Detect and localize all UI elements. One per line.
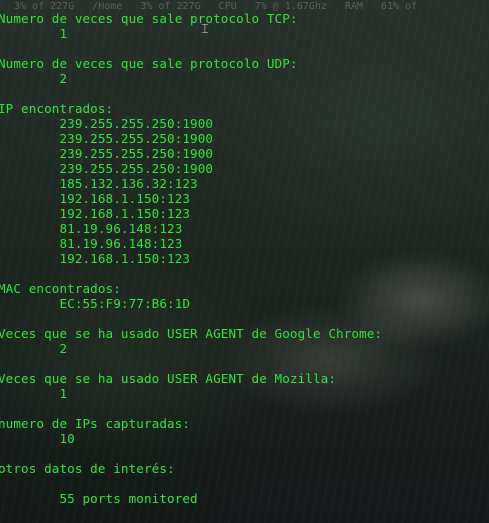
terminal-line: 192.168.1.150:123 bbox=[0, 191, 191, 206]
terminal-line: 239.255.255.250:1900 bbox=[0, 131, 214, 146]
terminal-line: 55 ports monitored bbox=[0, 491, 198, 506]
terminal-line: Veces que se ha usado USER AGENT de Goog… bbox=[0, 326, 383, 341]
terminal-line: 192.168.1.150:123 bbox=[0, 206, 191, 221]
terminal-output[interactable]: Numero de veces que sale protocolo TCP: … bbox=[0, 11, 382, 506]
terminal-line: 192.168.1.150:123 bbox=[0, 251, 191, 266]
terminal-line: 81.19.96.148:123 bbox=[0, 221, 183, 236]
terminal-window[interactable]: Numero de veces que sale protocolo TCP: … bbox=[0, 0, 489, 523]
terminal-line: 239.255.255.250:1900 bbox=[0, 116, 214, 131]
terminal-line: 10 bbox=[0, 431, 75, 446]
terminal-line: 239.255.255.250:1900 bbox=[0, 161, 214, 176]
terminal-line: Numero de veces que sale protocolo TCP: bbox=[0, 11, 298, 26]
terminal-line: otros datos de interés: bbox=[0, 461, 175, 476]
terminal-line: Veces que se ha usado USER AGENT de Mozi… bbox=[0, 371, 337, 386]
text-cursor-icon: ⌶ bbox=[201, 22, 209, 37]
terminal-line: 1 bbox=[0, 386, 68, 401]
terminal-line: numero de IPs capturadas: bbox=[0, 416, 191, 431]
terminal-line: EC:55:F9:77:B6:1D bbox=[0, 296, 191, 311]
terminal-line: 1 bbox=[0, 26, 68, 41]
terminal-line: 239.255.255.250:1900 bbox=[0, 146, 214, 161]
terminal-line: IP encontrados: bbox=[0, 101, 114, 116]
terminal-line: 2 bbox=[0, 71, 68, 86]
terminal-line: 185.132.136.32:123 bbox=[0, 176, 198, 191]
terminal-line: 81.19.96.148:123 bbox=[0, 236, 183, 251]
terminal-line: MAC encontrados: bbox=[0, 281, 121, 296]
terminal-line: 2 bbox=[0, 341, 68, 356]
terminal-line: Numero de veces que sale protocolo UDP: bbox=[0, 56, 298, 71]
